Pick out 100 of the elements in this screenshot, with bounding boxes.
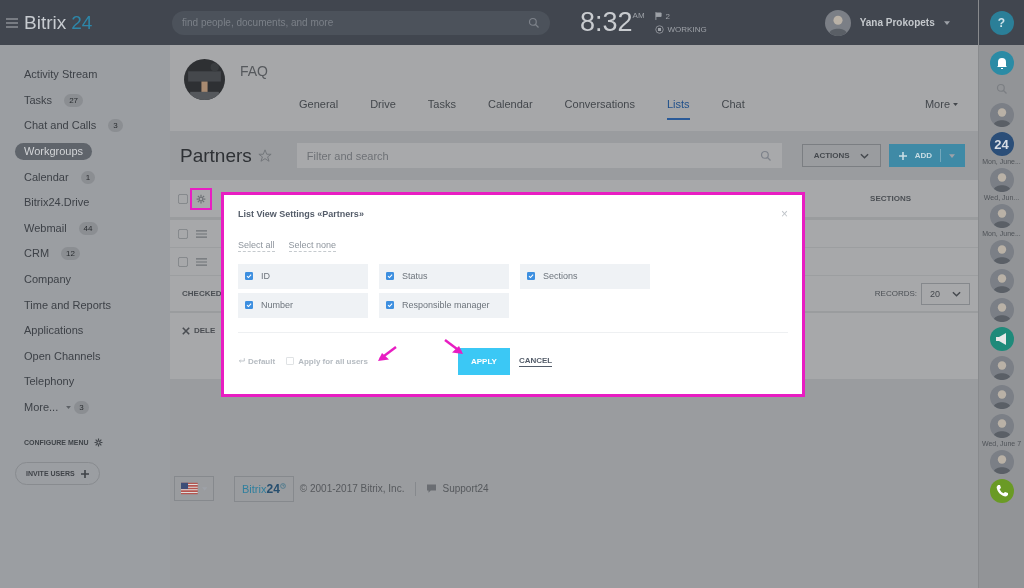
checkbox[interactable] (178, 228, 188, 239)
help-button[interactable]: ? (989, 10, 1014, 35)
avatar-icon[interactable] (989, 269, 1014, 293)
bell-icon[interactable] (989, 51, 1014, 75)
menu-item[interactable]: Applications (15, 322, 93, 340)
avatar-icon[interactable] (989, 450, 1014, 474)
menu-item[interactable]: Company (15, 271, 81, 289)
clock-time: 8:32 (580, 7, 633, 38)
language-select[interactable] (174, 476, 214, 501)
avatar-icon[interactable] (989, 204, 1014, 228)
settings-icon[interactable] (196, 193, 206, 204)
avatar-icon[interactable] (989, 385, 1014, 409)
megaphone-icon[interactable] (989, 327, 1014, 351)
checkbox[interactable] (386, 272, 394, 280)
flag-icon (654, 12, 662, 20)
close-icon (182, 326, 190, 335)
field-option[interactable]: Status (379, 264, 509, 289)
select-all-link[interactable]: Select all (238, 238, 275, 252)
checkbox[interactable] (527, 272, 535, 280)
caret-icon (953, 103, 958, 106)
avatar-icon[interactable] (989, 240, 1014, 264)
avatar-icon[interactable] (824, 9, 851, 36)
menu-item[interactable]: Open Channels (15, 347, 110, 365)
flag-count: 2 (665, 11, 670, 21)
menu-item[interactable]: Telephony (15, 373, 84, 391)
work-status[interactable]: WORKING (667, 24, 707, 34)
tab[interactable]: Conversations (564, 97, 635, 120)
return-icon (238, 358, 245, 364)
caret-icon (949, 153, 955, 158)
checkbox[interactable] (178, 193, 188, 204)
phone-icon[interactable] (989, 479, 1014, 503)
star-icon[interactable] (257, 148, 272, 163)
checked-count-label: CHECKED (182, 289, 222, 298)
menu-item[interactable]: Webmail (15, 219, 76, 237)
count-badge: 12 (61, 247, 80, 261)
records-select[interactable]: 20 (921, 282, 970, 305)
checkbox[interactable] (178, 256, 188, 267)
field-option[interactable]: Sections (520, 264, 650, 289)
group-name: FAQ (240, 63, 269, 79)
avatar-icon[interactable] (989, 298, 1014, 322)
drag-handle-icon[interactable] (196, 257, 207, 266)
chevron-icon (952, 290, 961, 297)
tab[interactable]: Calendar (487, 97, 533, 120)
tab[interactable]: General (299, 97, 339, 120)
count-badge: 44 (78, 221, 98, 235)
actions-button[interactable]: ACTIONS (801, 144, 881, 167)
menu-item[interactable]: CRM (15, 245, 59, 263)
more-tab[interactable]: More (924, 97, 958, 120)
copyright-text: © 2001-2017 Bitrix, Inc. (299, 483, 405, 494)
count-badge: 3 (108, 119, 123, 133)
column-header[interactable]: SECTIONS (870, 194, 911, 203)
field-option[interactable]: ID (238, 264, 368, 289)
menu-item[interactable]: Calendar (15, 168, 78, 186)
checkbox[interactable] (245, 272, 253, 280)
add-button[interactable]: ADD (888, 144, 965, 167)
avatar-icon[interactable] (989, 103, 1014, 127)
select-none-link[interactable]: Select none (288, 238, 337, 252)
checkbox[interactable] (286, 357, 295, 365)
menu-item[interactable]: Time and Reports (15, 296, 121, 314)
tab[interactable]: Lists (666, 97, 690, 120)
clock-icon (279, 483, 286, 489)
chat-logo-badge[interactable]: 24 (989, 132, 1014, 156)
support-link[interactable]: Support24 (442, 483, 489, 494)
menu-item[interactable]: Tasks (15, 91, 62, 109)
flag-icon (181, 482, 198, 495)
settings-icon[interactable] (93, 437, 103, 447)
records-label: RECORDS: (874, 289, 917, 298)
logo-number: 24 (71, 11, 93, 34)
logo-text: Bitrix (24, 11, 67, 34)
chat-icon (427, 484, 437, 493)
menu-item[interactable]: More... (15, 399, 68, 416)
checkbox[interactable] (386, 301, 394, 309)
drag-handle-icon[interactable] (196, 229, 207, 238)
annotation-arrow (376, 345, 398, 363)
tab[interactable]: Chat (721, 97, 745, 120)
highlight-frame (190, 187, 212, 210)
status-icon (654, 24, 664, 34)
chevron-icon (859, 152, 869, 159)
count-badge: 1 (80, 170, 96, 184)
avatar-icon[interactable] (989, 356, 1014, 380)
user-name[interactable]: Yana Prokopets (859, 17, 935, 28)
delete-button[interactable]: DELE (182, 326, 216, 335)
menu-icon[interactable] (6, 17, 18, 28)
annotation-arrow (443, 338, 465, 356)
menu-item[interactable]: Workgroups (15, 143, 93, 161)
field-option[interactable]: Number (238, 293, 368, 318)
tab[interactable]: Drive (370, 97, 396, 120)
tab[interactable]: Tasks (427, 97, 456, 120)
menu-item[interactable]: Activity Stream (15, 66, 107, 84)
plus-icon (898, 151, 907, 160)
cancel-button[interactable]: CANCEL (518, 355, 553, 367)
avatar-icon[interactable] (989, 414, 1014, 438)
footer-logo[interactable]: Bitrix24 (234, 475, 294, 502)
caret-icon (943, 20, 950, 25)
menu-item[interactable]: Chat and Calls (15, 117, 106, 135)
menu-item[interactable]: Bitrix24.Drive (15, 194, 99, 212)
checkbox[interactable] (245, 301, 253, 309)
field-option[interactable]: Responsible manager (379, 293, 509, 318)
caret-icon (66, 406, 72, 409)
avatar-icon[interactable] (989, 168, 1014, 192)
